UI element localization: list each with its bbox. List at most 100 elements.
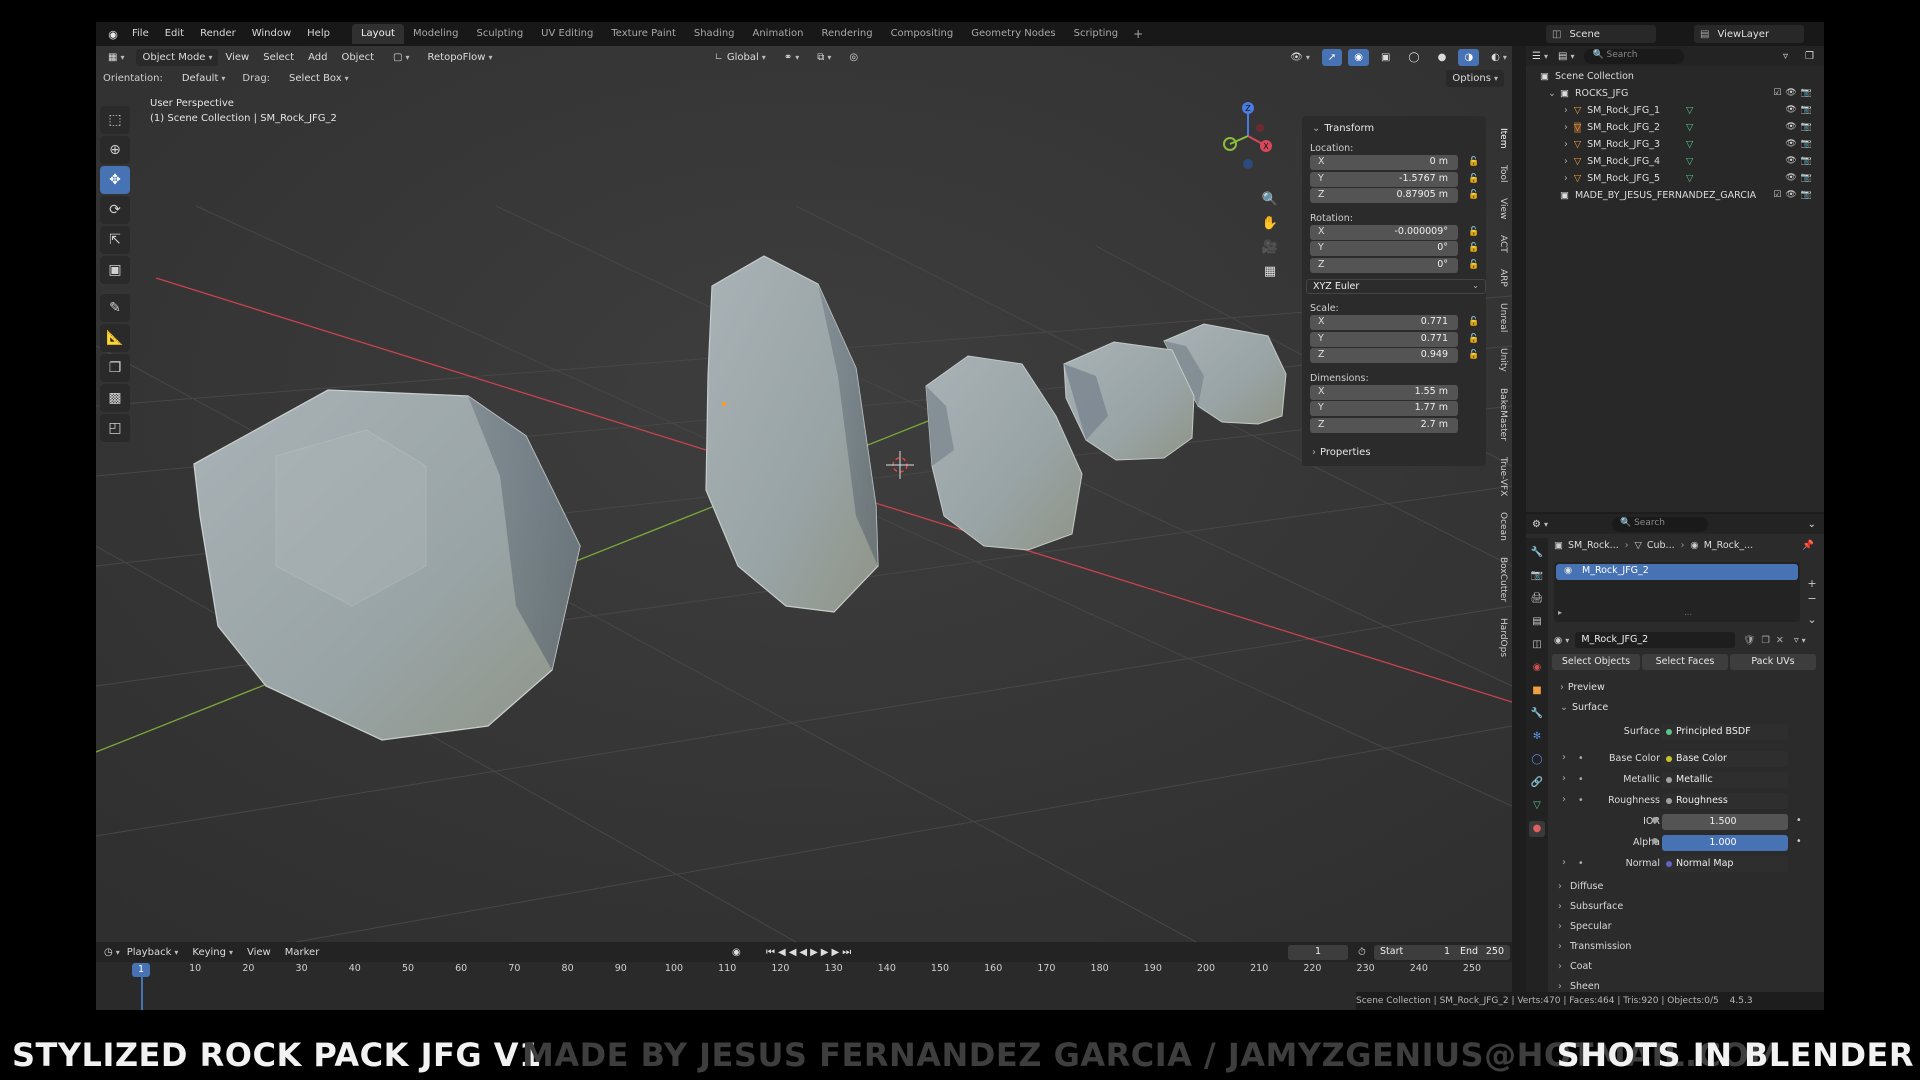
measure-tool-icon[interactable]: 📐 (100, 324, 130, 352)
subpanel-transmission[interactable]: › Transmission (1548, 937, 1824, 957)
row-visibility-icons[interactable]: ☑👁📷 (1773, 190, 1816, 200)
material-name-field[interactable]: M_Rock_JFG_2 (1575, 632, 1736, 648)
ior-number-field[interactable]: 1.500 (1662, 814, 1788, 830)
timeline-menu-playback[interactable]: Playback ▾ (120, 947, 186, 958)
add-slot-icon[interactable]: + (1804, 576, 1820, 591)
tab-tool[interactable]: Tool (1490, 159, 1508, 188)
transform-panel-header[interactable]: ⌄ Transform (1302, 116, 1486, 134)
row-visibility-icons[interactable]: 👁📷 (1785, 173, 1816, 183)
jump-end-icon[interactable]: ⏭ (842, 947, 854, 958)
subpanel-subsurface[interactable]: › Subsurface (1548, 897, 1824, 917)
proportional-edit-icon[interactable]: ◎ (843, 49, 864, 66)
move-tool-icon[interactable]: ✥ (100, 166, 130, 194)
location-z-field[interactable]: Z 0.87905 m (1310, 188, 1458, 204)
current-frame-field[interactable]: 1 (1288, 945, 1348, 960)
lock-icon[interactable]: 🔓 (1468, 260, 1479, 270)
overlays-toggle-icon[interactable]: ◉ (1348, 48, 1369, 66)
object-tab-icon[interactable]: ■ (1529, 683, 1545, 699)
subpanel-specular[interactable]: › Specular (1548, 917, 1824, 937)
timeline-editor-icon[interactable]: ◷ ▾ (104, 947, 120, 958)
hardops-tool-icon[interactable]: ◰ (100, 414, 130, 442)
transform-tool-icon[interactable]: ▣ (100, 256, 130, 284)
add-workspace-icon[interactable]: + (1127, 27, 1149, 41)
select-faces-button[interactable]: Select Faces (1642, 654, 1728, 670)
start-frame-field[interactable]: Start 1 (1374, 945, 1458, 960)
lock-icon[interactable]: 🔓 (1468, 157, 1479, 167)
object-mode-dropdown[interactable]: Object Mode ▾ (136, 48, 219, 66)
metallic-link-field[interactable]: Metallic (1662, 772, 1788, 788)
base-color-link-field[interactable]: Base Color (1662, 751, 1788, 767)
remove-slot-icon[interactable]: − (1804, 591, 1820, 606)
tab-layout[interactable]: Layout (351, 24, 404, 44)
play-icon[interactable]: ▶ (810, 947, 821, 958)
end-frame-field[interactable]: End 250 (1454, 945, 1510, 960)
lock-icon[interactable]: 🔓 (1468, 350, 1479, 360)
outliner-row-rocks-collection[interactable]: ⌄ ▣ ROCKS_JFG ☑👁📷 (1526, 85, 1824, 102)
pin-icon[interactable]: 📌 (1802, 540, 1814, 551)
gizmo-neg-z-icon[interactable] (1243, 159, 1253, 169)
shading-rendered-icon[interactable]: ◐ ▾ (1485, 49, 1512, 66)
expand-icon[interactable]: ▸ (1558, 608, 1562, 617)
pivot-icon[interactable]: ⚭ ▾ (778, 49, 805, 66)
snap-icon[interactable]: ⧉ ▾ (811, 49, 837, 66)
tab-texture-paint[interactable]: Texture Paint (602, 24, 685, 44)
tab-true-vfx[interactable]: True-VFX (1490, 451, 1508, 502)
location-y-field[interactable]: Y -1.5767 m (1310, 171, 1458, 187)
lock-icon[interactable]: 🔓 (1468, 174, 1479, 184)
display-mode-icon[interactable]: ▤ ▾ (1558, 51, 1574, 62)
tab-boxcutter[interactable]: BoxCutter (1490, 551, 1508, 608)
timeline-menu-marker[interactable]: Marker (278, 947, 327, 958)
tab-uv-editing[interactable]: UV Editing (532, 24, 602, 44)
view-layer-selector[interactable]: ▤ ViewLayer (1694, 25, 1804, 43)
outliner-row-object[interactable]: › ▽ SM_Rock_JFG_3 ▽ 👁📷 (1526, 136, 1824, 153)
outliner-row-scene-collection[interactable]: ▣ Scene Collection (1526, 68, 1824, 85)
material-slot-item[interactable]: ◉ M_Rock_JFG_2 (1556, 564, 1798, 580)
tab-act[interactable]: ACT (1490, 229, 1508, 259)
tab-rendering[interactable]: Rendering (812, 24, 881, 44)
shading-wireframe-icon[interactable]: ◯ (1402, 49, 1425, 66)
lock-icon[interactable]: 🔓 (1468, 227, 1479, 237)
lock-icon[interactable]: 🔓 (1468, 243, 1479, 253)
row-visibility-icons[interactable]: 👁📷 (1785, 156, 1816, 166)
tab-animation[interactable]: Animation (744, 24, 813, 44)
lock-icon[interactable]: 🔓 (1468, 190, 1479, 200)
normal-link-field[interactable]: Normal Map (1662, 856, 1788, 872)
material-tab-icon[interactable]: ● (1529, 821, 1545, 837)
menu-render[interactable]: Render (192, 22, 244, 46)
tool-tab-icon[interactable]: 🔧 (1529, 545, 1545, 561)
overlay-small-icon[interactable]: ▢ ▾ (387, 49, 415, 66)
fake-user-icon[interactable]: 🛡 (1743, 635, 1755, 646)
dimensions-x-field[interactable]: X 1.55 m (1310, 384, 1458, 400)
pack-uvs-button[interactable]: Pack UVs (1730, 654, 1816, 670)
annotate-tool-icon[interactable]: ✎ (100, 294, 130, 322)
blender-logo-icon[interactable]: ◉ (102, 28, 124, 41)
playhead-frame-badge[interactable]: 1 (132, 963, 150, 977)
slot-menu-icon[interactable]: ⌄ (1804, 612, 1820, 627)
options-dropdown[interactable]: Options ▾ (1446, 69, 1504, 87)
next-keyframe-icon[interactable]: ▶▶ (821, 947, 842, 958)
row-visibility-icons[interactable]: 👁📷 (1785, 122, 1816, 132)
rotation-y-field[interactable]: Y 0° (1310, 241, 1458, 257)
rotation-x-field[interactable]: X -0.000009° (1310, 224, 1458, 240)
visibility-icon[interactable]: 👁 ▾ (1284, 49, 1316, 66)
menu-file[interactable]: File (124, 22, 157, 46)
scale-x-field[interactable]: X 0.771 (1310, 315, 1458, 331)
subpanel-coat[interactable]: › Coat (1548, 957, 1824, 977)
subpanel-diffuse[interactable]: › Diffuse (1548, 877, 1824, 897)
camera-view-icon[interactable]: 🎥 (1259, 236, 1281, 258)
retopoflow-menu[interactable]: RetopoFlow ▾ (422, 49, 499, 66)
outliner-row-object[interactable]: › ▽ SM_Rock_JFG_5 ▽ 👁📷 (1526, 170, 1824, 187)
menu-window[interactable]: Window (244, 22, 299, 46)
rotate-tool-icon[interactable]: ⟳ (100, 196, 130, 224)
viewport-menu-object[interactable]: Object (334, 52, 381, 63)
viewport-menu-view[interactable]: View (218, 52, 256, 63)
menu-help[interactable]: Help (299, 22, 338, 46)
view-layer-tab-icon[interactable]: ▤ (1529, 614, 1545, 630)
playhead[interactable] (141, 976, 143, 1010)
scale-y-field[interactable]: Y 0.771 (1310, 331, 1458, 347)
scene-tab-icon[interactable]: ◫ (1529, 637, 1545, 653)
modifier-tab-icon[interactable]: 🔧 (1529, 706, 1545, 722)
tab-geometry-nodes[interactable]: Geometry Nodes (962, 24, 1064, 44)
3d-viewport[interactable]: ▦ ▾ Object Mode ▾ View Select Add Object ▢… (96, 46, 1512, 942)
tab-modeling[interactable]: Modeling (404, 24, 468, 44)
